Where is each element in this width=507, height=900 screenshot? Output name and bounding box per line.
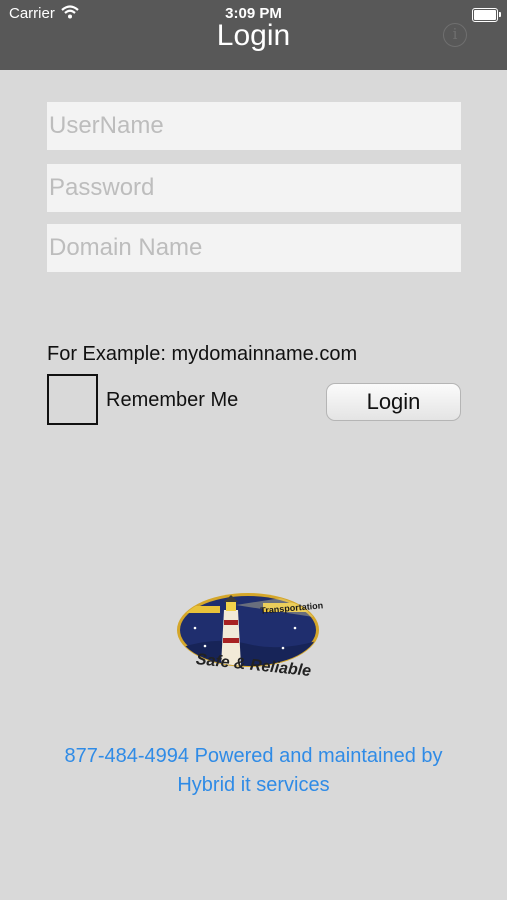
footer-line-company[interactable]: Hybrid it services — [30, 771, 477, 800]
remember-me-checkbox[interactable] — [47, 374, 98, 425]
remember-me-label[interactable]: Remember Me — [106, 389, 238, 412]
footer-line-phone[interactable]: 877-484-4994 Powered and maintained by — [30, 742, 477, 771]
username-field[interactable] — [47, 102, 461, 150]
page-title: Login — [216, 19, 291, 52]
domain-example-hint: For Example: mydomainname.com — [47, 343, 358, 365]
domain-name-field[interactable] — [47, 224, 461, 272]
info-icon[interactable]: i — [443, 23, 467, 47]
navigation-bar: Carrier 3:09 PM Login i — [0, 0, 507, 70]
password-field[interactable] — [47, 164, 461, 212]
footer-link[interactable]: 877-484-4994 Powered and maintained by H… — [30, 742, 477, 800]
login-button[interactable]: Login — [326, 383, 461, 421]
company-logo: Transportation Safe & Reliable — [177, 593, 324, 680]
